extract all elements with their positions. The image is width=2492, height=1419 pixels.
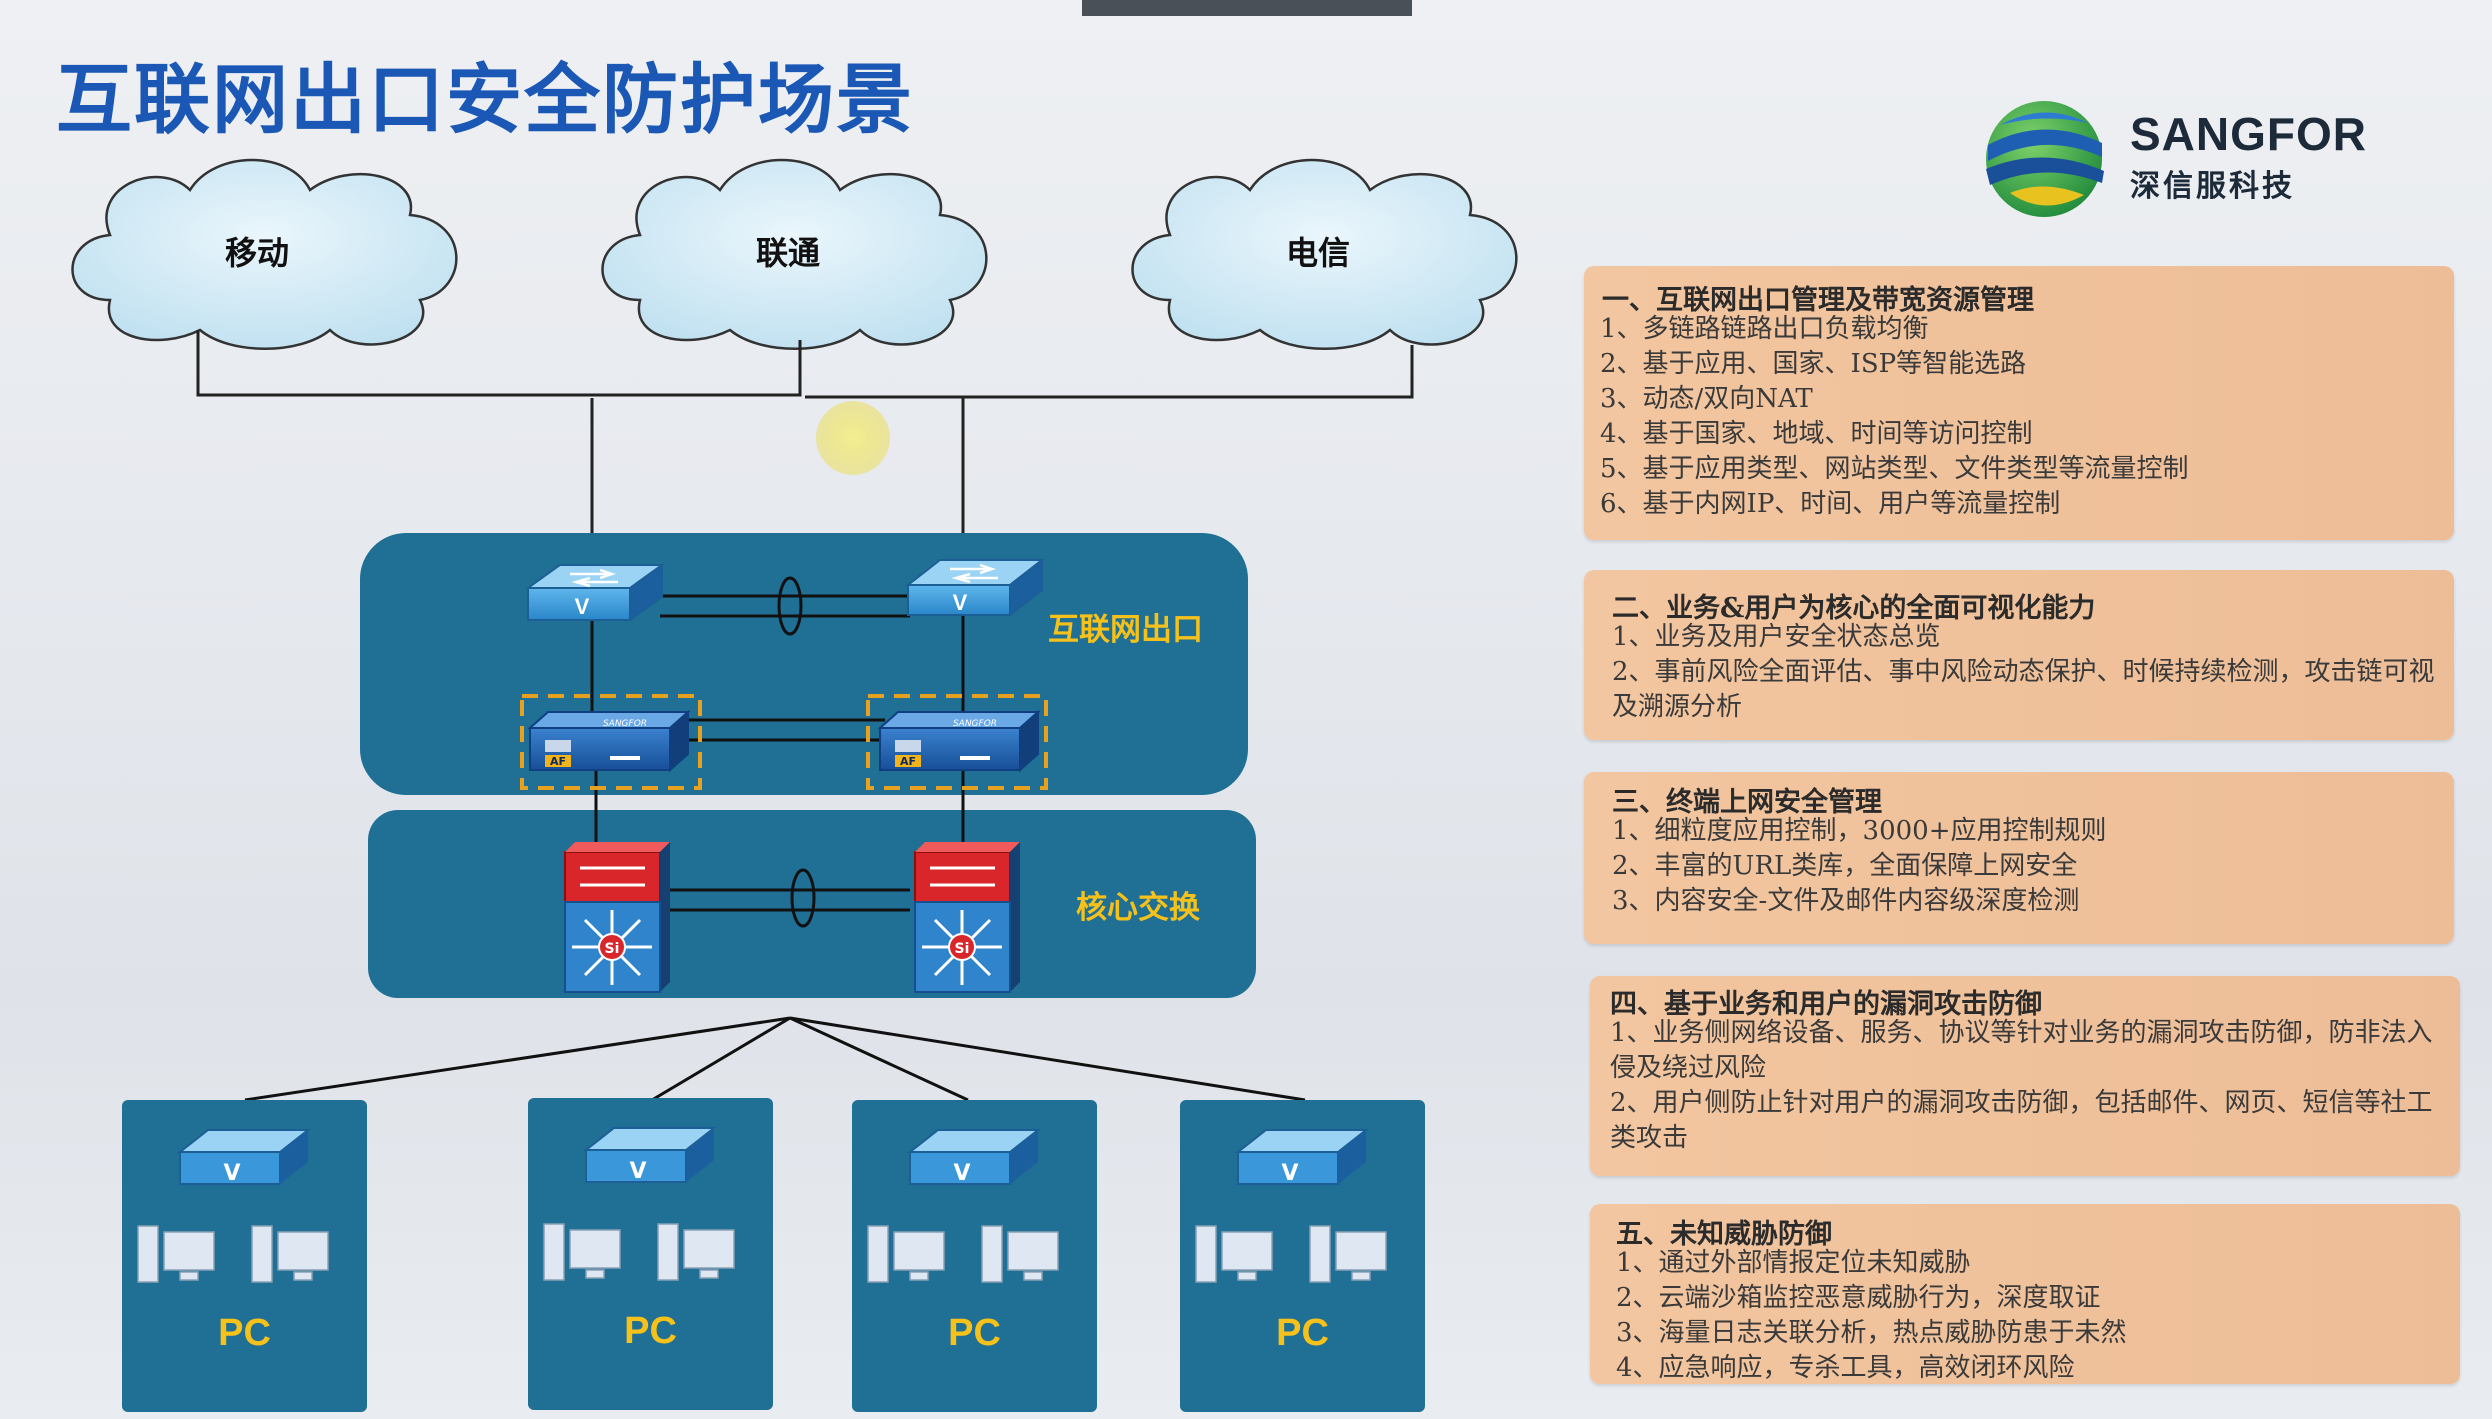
info-line: 2、用户侧防止针对用户的漏洞攻击防御，包括邮件、网页、短信等社工类攻击	[1610, 1088, 2433, 1153]
info-line: 1、业务侧网络设备、服务、协议等针对业务的漏洞攻击防御，防非法入侵及绕过风险	[1610, 1018, 2433, 1083]
cloud-label-telecom: 电信	[1286, 234, 1351, 272]
info-line: 1、通过外部情报定位未知威胁	[1616, 1248, 1971, 1278]
info-box-4: 四、基于业务和用户的漏洞攻击防御 1、业务侧网络设备、服务、协议等针对业务的漏洞…	[1590, 976, 2460, 1176]
cloud-label-mobile: 移动	[225, 234, 290, 272]
info-line: 1、业务及用户安全状态总览	[1612, 622, 1941, 652]
info-line: 2、基于应用、国家、ISP等智能选路	[1600, 349, 2027, 379]
svg-text:V: V	[1281, 1161, 1298, 1186]
pc-group-icons: V	[137, 1129, 329, 1283]
pc-group-1: V PC	[122, 1100, 367, 1412]
info-line: 6、基于内网IP、时间、用户等流量控制	[1600, 489, 2061, 519]
info-lines: 1、业务及用户安全状态总览 2、事前风险全面评估、事中风险动态保护、时候持续检测…	[1612, 620, 2440, 725]
pc-group-4: V PC	[1180, 1100, 1425, 1412]
info-line: 4、基于国家、地域、时间等访问控制	[1600, 419, 2033, 449]
svg-text:V: V	[629, 1159, 646, 1184]
info-box-2: 二、业务&用户为核心的全面可视化能力 1、业务及用户安全状态总览 2、事前风险全…	[1584, 570, 2454, 740]
info-box-3: 三、终端上网安全管理 1、细粒度应用控制，3000+应用控制规则 2、丰富的UR…	[1584, 772, 2454, 944]
pc-label: PC	[624, 1310, 677, 1352]
pc-label: PC	[948, 1312, 1001, 1354]
pc-label: PC	[1276, 1312, 1329, 1354]
info-line: 2、云端沙箱监控恶意威胁行为，深度取证	[1616, 1283, 2101, 1313]
info-line: 3、海量日志关联分析，热点威胁防患于未然	[1616, 1318, 2127, 1348]
info-box-5: 五、未知威胁防御 1、通过外部情报定位未知威胁 2、云端沙箱监控恶意威胁行为，深…	[1590, 1204, 2460, 1384]
pc-label: PC	[218, 1312, 271, 1354]
logo-brand: SANGFOR	[2130, 108, 2367, 160]
pc-group-icons: V	[543, 1127, 735, 1281]
info-line: 4、应急响应，专杀工具，高效闭环风险	[1616, 1353, 2075, 1383]
info-line: 2、事前风险全面评估、事中风险动态保护、时候持续检测，攻击链可视及溯源分析	[1612, 657, 2435, 722]
info-lines: 1、业务侧网络设备、服务、协议等针对业务的漏洞攻击防御，防非法入侵及绕过风险 2…	[1610, 1016, 2446, 1156]
svg-text:V: V	[223, 1161, 240, 1186]
uplink-lines	[196, 330, 1414, 545]
decor-dot	[816, 401, 890, 475]
info-lines: 1、多链路链路出口负载均衡 2、基于应用、国家、ISP等智能选路 3、动态/双向…	[1600, 312, 2440, 522]
pc-group-icons: V	[867, 1129, 1059, 1283]
internet-exit-zone	[360, 533, 1248, 795]
cloud-label-unicom: 联通	[756, 234, 821, 272]
internet-exit-label: 互联网出口	[1048, 612, 1203, 648]
sangfor-logo: SANGFOR 深信服科技	[1980, 95, 2380, 225]
pc-group-icons: V	[1195, 1129, 1387, 1283]
info-lines: 1、细粒度应用控制，3000+应用控制规则 2、丰富的URL类库，全面保障上网安…	[1612, 814, 2440, 919]
pc-group-2: V PC	[528, 1098, 773, 1410]
svg-text:V: V	[953, 1161, 970, 1186]
network-diagram: 移动 联通 电信 互联网出口 核心交换 V V AF SANGFOR AF SA…	[0, 0, 1580, 1419]
pc-group-3: V PC	[852, 1100, 1097, 1412]
info-line: 3、内容安全-文件及邮件内容级深度检测	[1612, 886, 2080, 916]
info-line: 1、细粒度应用控制，3000+应用控制规则	[1612, 816, 2107, 846]
sangfor-globe-icon	[1986, 101, 2104, 217]
logo-subtitle: 深信服科技	[2130, 169, 2295, 204]
info-line: 3、动态/双向NAT	[1600, 384, 1813, 414]
info-box-1: 一、互联网出口管理及带宽资源管理 1、多链路链路出口负载均衡 2、基于应用、国家…	[1584, 266, 2454, 540]
info-lines: 1、通过外部情报定位未知威胁 2、云端沙箱监控恶意威胁行为，深度取证 3、海量日…	[1616, 1246, 2446, 1386]
info-line: 2、丰富的URL类库，全面保障上网安全	[1612, 851, 2078, 881]
info-line: 5、基于应用类型、网站类型、文件类型等流量控制	[1600, 454, 2189, 484]
info-line: 1、多链路链路出口负载均衡	[1600, 314, 1929, 344]
core-switch-label: 核心交换	[1076, 890, 1200, 926]
